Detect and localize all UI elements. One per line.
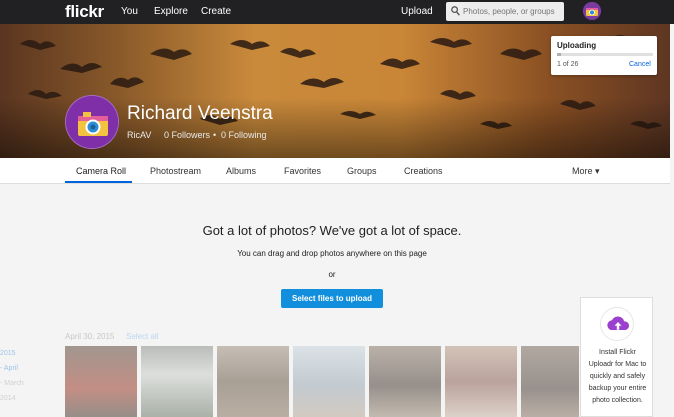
- date-label: April 30, 2015: [65, 332, 115, 341]
- photo-thumbnail[interactable]: [369, 346, 441, 417]
- drag-drop-text: You can drag and drop photos anywhere on…: [237, 249, 427, 258]
- top-nav: flickr You Explore Create Upload: [0, 0, 674, 24]
- search-input[interactable]: [463, 4, 561, 19]
- photo-thumbnail[interactable]: [293, 346, 365, 417]
- nav-you[interactable]: You: [121, 6, 138, 17]
- upload-count: 1 of 26: [557, 61, 579, 68]
- nav-explore[interactable]: Explore: [154, 6, 188, 17]
- promo-line: Install Flickr: [599, 349, 636, 356]
- promo-line: Uploadr for Mac to: [588, 361, 647, 368]
- timeline-april[interactable]: - April: [0, 365, 18, 372]
- promo-text: Install Flickr Uploadr for Mac to quickl…: [583, 347, 652, 407]
- photo-thumbnail[interactable]: [65, 346, 137, 417]
- nav-upload[interactable]: Upload: [401, 6, 433, 17]
- more-menu[interactable]: More ▾: [572, 166, 600, 177]
- select-all-link[interactable]: Select all: [126, 332, 158, 341]
- upload-progress-bar: [557, 53, 653, 56]
- nav-create[interactable]: Create: [201, 6, 231, 17]
- tab-photostream[interactable]: Photostream: [150, 166, 201, 176]
- tab-groups[interactable]: Groups: [347, 166, 377, 176]
- photo-thumbnail[interactable]: [445, 346, 517, 417]
- photo-thumbnail[interactable]: [141, 346, 213, 417]
- profile-username: RicAV: [127, 130, 152, 140]
- upload-title: Uploading: [557, 41, 597, 50]
- camera-icon: [583, 2, 601, 20]
- tab-favorites[interactable]: Favorites: [284, 166, 321, 176]
- upload-progress-fill: [557, 53, 561, 56]
- profile-tabs: Camera Roll Photostream Albums Favorites…: [0, 158, 670, 184]
- promo-line: quickly and safely: [589, 373, 646, 380]
- search-box[interactable]: [446, 2, 564, 21]
- following-link[interactable]: 0 Following: [221, 130, 267, 140]
- promo-icon-circle: [600, 307, 634, 341]
- uploadr-promo[interactable]: Install Flickr Uploadr for Mac to quickl…: [580, 297, 653, 417]
- photo-thumbnail[interactable]: [217, 346, 289, 417]
- active-tab-indicator: [65, 181, 132, 183]
- tab-camera-roll[interactable]: Camera Roll: [76, 166, 126, 176]
- search-icon: [451, 6, 460, 16]
- timeline-year-2014[interactable]: 2014: [0, 395, 16, 402]
- camera-icon: [66, 96, 118, 148]
- promo-line: photo collection.: [592, 397, 643, 404]
- followers-link[interactable]: 0 Followers: [164, 130, 210, 140]
- cloud-upload-icon: [607, 316, 630, 330]
- tab-creations[interactable]: Creations: [404, 166, 443, 176]
- empty-state-headline: Got a lot of photos? We've got a lot of …: [202, 223, 462, 238]
- upload-status-panel: Uploading 1 of 26 Cancel: [551, 36, 657, 75]
- select-files-button[interactable]: Select files to upload: [281, 289, 383, 308]
- promo-line: backup your entire: [588, 385, 647, 392]
- flickr-logo[interactable]: flickr: [65, 2, 104, 22]
- photo-thumbnail[interactable]: [521, 346, 579, 417]
- timeline-year-2015[interactable]: 2015: [0, 350, 16, 357]
- meta-separator: •: [213, 130, 217, 140]
- profile-name: Richard Veenstra: [127, 103, 273, 124]
- timeline-march[interactable]: - March: [0, 380, 24, 387]
- tab-albums[interactable]: Albums: [226, 166, 256, 176]
- profile-avatar[interactable]: [65, 95, 119, 149]
- user-avatar[interactable]: [583, 2, 601, 20]
- cancel-upload-link[interactable]: Cancel: [629, 61, 651, 68]
- or-text: or: [328, 270, 336, 279]
